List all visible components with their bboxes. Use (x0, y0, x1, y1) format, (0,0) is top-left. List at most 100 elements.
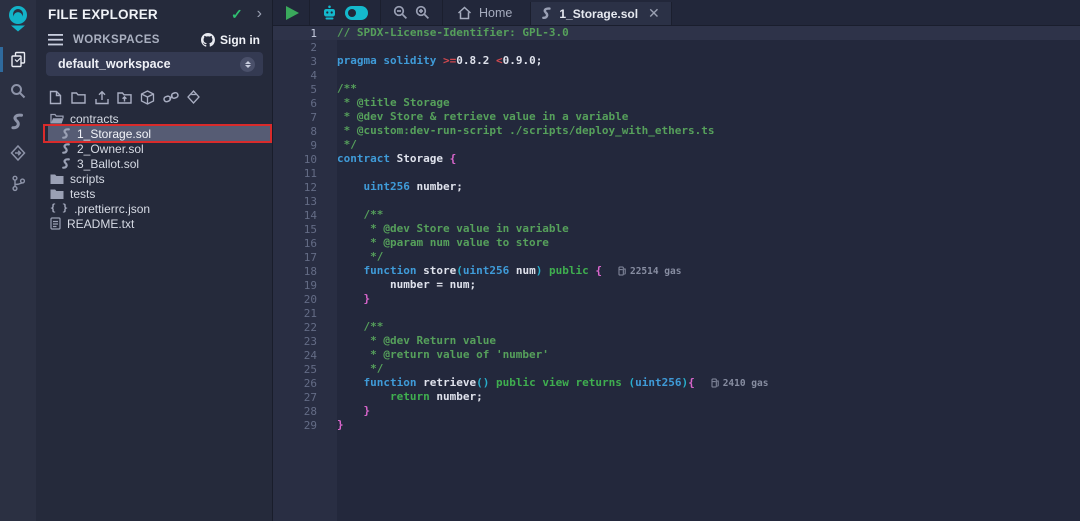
line-number[interactable]: 25 (273, 363, 337, 376)
tree-item--prettierrc-json[interactable]: { }.prettierrc.json (36, 201, 272, 216)
link-button[interactable] (161, 88, 180, 106)
new-file-button[interactable] (46, 88, 65, 106)
tree-item-3-ballot-sol[interactable]: 3_Ballot.sol (36, 156, 272, 171)
sidebar-item-git[interactable] (0, 168, 36, 199)
tree-item-tests[interactable]: tests (36, 186, 272, 201)
code-line-9[interactable]: 9 */ (273, 138, 1080, 152)
code-text: * @dev Return value (337, 334, 496, 348)
line-number[interactable]: 11 (273, 167, 337, 180)
remix-logo[interactable] (0, 0, 36, 36)
code-line-10[interactable]: 10contract Storage { (273, 152, 1080, 166)
line-number[interactable]: 7 (273, 111, 337, 124)
code-line-15[interactable]: 15 * @dev Store value in variable (273, 222, 1080, 236)
code-line-5[interactable]: 5/** (273, 82, 1080, 96)
line-number[interactable]: 6 (273, 97, 337, 110)
line-number[interactable]: 24 (273, 349, 337, 362)
line-number[interactable]: 19 (273, 279, 337, 292)
line-number[interactable]: 9 (273, 139, 337, 152)
zoom-in-button[interactable] (415, 5, 430, 20)
sidebar-item-solidity-compiler[interactable] (0, 106, 36, 137)
line-number[interactable]: 4 (273, 69, 337, 82)
solidity-scan-button[interactable] (184, 88, 203, 106)
line-number[interactable]: 2 (273, 41, 337, 54)
line-number[interactable]: 16 (273, 237, 337, 250)
code-line-22[interactable]: 22 /** (273, 320, 1080, 334)
code-line-2[interactable]: 2 (273, 40, 1080, 54)
line-number[interactable]: 5 (273, 83, 337, 96)
tree-item-label: README.txt (67, 217, 134, 231)
ai-toggle[interactable] (345, 6, 368, 20)
tree-item-contracts[interactable]: contracts (36, 111, 272, 126)
code-line-21[interactable]: 21 (273, 306, 1080, 320)
tree-item-1-storage-sol[interactable]: 1_Storage.sol (48, 126, 270, 141)
line-number[interactable]: 1 (273, 27, 337, 40)
hamburger-menu-icon[interactable] (48, 34, 63, 46)
code-line-24[interactable]: 24 * @return value of 'number' (273, 348, 1080, 362)
zoom-out-button[interactable] (393, 5, 408, 20)
code-line-16[interactable]: 16 * @param num value to store (273, 236, 1080, 250)
code-line-27[interactable]: 27 return number; (273, 390, 1080, 404)
line-number[interactable]: 27 (273, 391, 337, 404)
workspace-select[interactable]: default_workspace (46, 52, 263, 76)
code-line-7[interactable]: 7 * @dev Store & retrieve value in a var… (273, 110, 1080, 124)
code-line-6[interactable]: 6 * @title Storage (273, 96, 1080, 110)
sidebar-item-search[interactable] (0, 75, 36, 106)
tab-home[interactable]: Home (443, 0, 530, 25)
code-line-23[interactable]: 23 * @dev Return value (273, 334, 1080, 348)
tree-item-scripts[interactable]: scripts (36, 171, 272, 186)
sidebar-item-file-explorer[interactable] (0, 44, 36, 75)
tree-item-2-owner-sol[interactable]: 2_Owner.sol (36, 141, 272, 156)
chevron-right-icon[interactable]: › (257, 6, 262, 22)
editor-topbar: Home 1_Storage.sol ✕ (273, 0, 1080, 26)
line-number[interactable]: 15 (273, 223, 337, 236)
line-number[interactable]: 20 (273, 293, 337, 306)
code-line-1[interactable]: 1// SPDX-License-Identifier: GPL-3.0 (273, 26, 1080, 40)
code-line-29[interactable]: 29} (273, 418, 1080, 432)
line-number[interactable]: 26 (273, 377, 337, 390)
check-icon[interactable]: ✓ (231, 6, 243, 23)
code-line-25[interactable]: 25 */ (273, 362, 1080, 376)
code-editor[interactable]: 1// SPDX-License-Identifier: GPL-3.023pr… (273, 26, 1080, 521)
line-number[interactable]: 12 (273, 181, 337, 194)
code-line-28[interactable]: 28 } (273, 404, 1080, 418)
line-number[interactable]: 17 (273, 251, 337, 264)
line-number[interactable]: 28 (273, 405, 337, 418)
code-line-18[interactable]: 18 function store(uint256 num) public {2… (273, 264, 1080, 278)
code-line-3[interactable]: 3pragma solidity >=0.8.2 <0.9.0; (273, 54, 1080, 68)
run-script-button[interactable] (286, 6, 299, 20)
line-number[interactable]: 13 (273, 195, 337, 208)
line-number[interactable]: 29 (273, 419, 337, 432)
new-folder-icon (71, 91, 86, 104)
code-line-17[interactable]: 17 */ (273, 250, 1080, 264)
code-line-4[interactable]: 4 (273, 68, 1080, 82)
code-line-13[interactable]: 13 (273, 194, 1080, 208)
line-number[interactable]: 14 (273, 209, 337, 222)
close-tab-icon[interactable]: ✕ (648, 5, 660, 22)
line-number[interactable]: 21 (273, 307, 337, 320)
code-text: */ (337, 138, 357, 152)
sidebar-item-deploy-and-run[interactable] (0, 137, 36, 168)
line-number[interactable]: 3 (273, 55, 337, 68)
sign-in-button[interactable]: Sign in (201, 33, 260, 47)
code-line-14[interactable]: 14 /** (273, 208, 1080, 222)
tree-item-readme-txt[interactable]: README.txt (36, 216, 272, 231)
code-line-8[interactable]: 8 * @custom:dev-run-script ./scripts/dep… (273, 124, 1080, 138)
new-folder-button[interactable] (69, 88, 88, 106)
upload-folder-button[interactable] (115, 88, 134, 106)
line-number[interactable]: 8 (273, 125, 337, 138)
code-line-11[interactable]: 11 (273, 166, 1080, 180)
tab-1-storage-sol[interactable]: 1_Storage.sol ✕ (530, 2, 671, 25)
line-number[interactable]: 10 (273, 153, 337, 166)
code-line-12[interactable]: 12 uint256 number; (273, 180, 1080, 194)
cube-button[interactable] (138, 88, 157, 106)
ai-assistant-button[interactable] (321, 5, 338, 21)
code-line-20[interactable]: 20 } (273, 292, 1080, 306)
line-number[interactable]: 18 (273, 265, 337, 278)
upload-file-button[interactable] (92, 88, 111, 106)
line-number[interactable]: 22 (273, 321, 337, 334)
workspace-stepper-icon[interactable] (240, 57, 255, 72)
gas-estimate-label: 22514 gas (630, 266, 681, 277)
line-number[interactable]: 23 (273, 335, 337, 348)
code-line-26[interactable]: 26 function retrieve() public view retur… (273, 376, 1080, 390)
code-line-19[interactable]: 19 number = num; (273, 278, 1080, 292)
